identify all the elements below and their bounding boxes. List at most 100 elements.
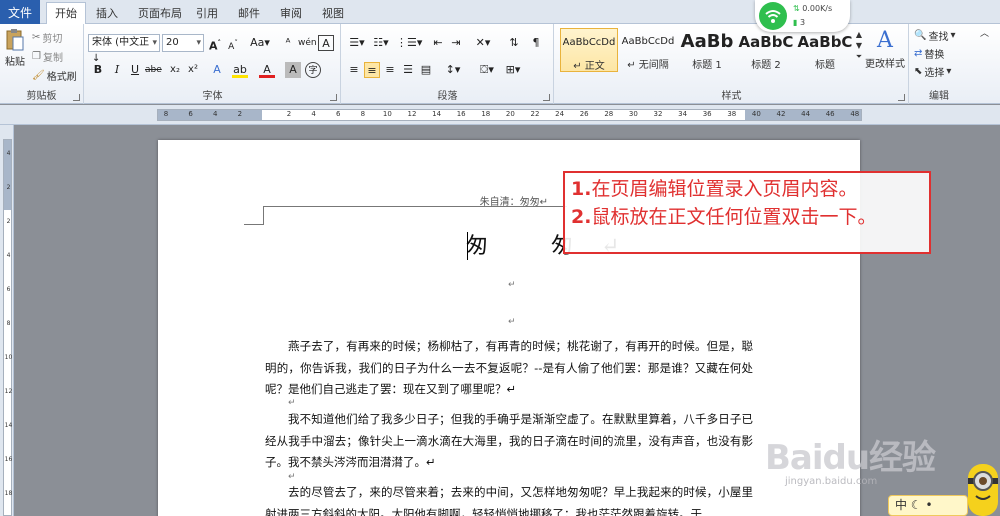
text-cursor — [467, 232, 468, 260]
styles-launcher-icon[interactable] — [898, 94, 905, 101]
shading-icon[interactable]: ⛋▾ — [476, 62, 498, 78]
bullets-icon[interactable]: ☰▾ — [346, 35, 368, 51]
change-styles-button[interactable]: A 更改样式 — [865, 28, 905, 70]
ruler-tick-label: 10 — [382, 110, 392, 118]
instruction-step-1: 1.在页眉编辑位置录入页眉内容。 — [571, 178, 858, 200]
text-effects-icon[interactable]: A — [209, 62, 225, 78]
highlight-icon[interactable]: ab — [232, 62, 248, 78]
tab-review[interactable]: 审阅 — [272, 3, 310, 24]
font-color-icon[interactable]: A — [259, 62, 275, 78]
change-styles-icon: A — [877, 28, 893, 53]
borders-icon[interactable]: ⊞▾ — [502, 62, 524, 78]
italic-icon[interactable]: I — [109, 62, 125, 78]
enclose-characters-icon[interactable]: 字 — [305, 62, 321, 78]
ruler-tick-label: 28 — [604, 110, 614, 118]
bold-icon[interactable]: B — [90, 62, 106, 78]
character-border-icon[interactable]: A — [318, 35, 334, 51]
tab-page-layout[interactable]: 页面布局 — [130, 3, 190, 24]
find-button[interactable]: 🔍 查找 ▾ — [914, 28, 955, 43]
numbering-icon[interactable]: ☷▾ — [370, 35, 392, 51]
tab-file[interactable]: 文件 — [0, 0, 40, 24]
ruler-tick-label: 38 — [727, 110, 737, 118]
ime-toolbar[interactable]: 中 ☾ • — [888, 495, 968, 516]
replace-button[interactable]: ⇄ 替换 — [914, 46, 944, 61]
change-case-icon[interactable]: Aa▾ — [249, 35, 271, 51]
ribbon-collapse-icon[interactable]: ︿ — [980, 26, 989, 39]
style-scroll[interactable]: ▲ ▼ ⏷ — [852, 30, 866, 62]
style-name: 标题 — [815, 60, 835, 71]
format-painter-button[interactable]: 🖌 格式刷 — [32, 68, 77, 83]
ruler-track: 8 6 4 2 2 4 6 8 10 12 14 16 18 20 22 24 26 28 30 32 34 36 38 40… — [157, 109, 862, 121]
horizontal-ruler[interactable]: 8 6 4 2 2 4 6 8 10 12 14 16 18 20 22 24 26 28 30 32 34 36 38 40… — [0, 105, 1000, 125]
more-styles-icon[interactable]: ⏷ — [856, 52, 862, 62]
chinese-layout-icon[interactable]: ✕▾ — [472, 35, 494, 51]
brush-icon: 🖌 — [32, 70, 45, 81]
vruler-tick-label: 8 — [6, 320, 11, 327]
ruler-tick-label: 36 — [702, 110, 712, 118]
character-shading-icon[interactable]: A — [285, 62, 301, 78]
tab-mailings[interactable]: 邮件 — [230, 3, 268, 24]
style-heading-1[interactable]: AaBb 标题 1 — [678, 28, 736, 72]
select-label: 选择 — [924, 68, 945, 79]
clipboard-launcher-icon[interactable] — [73, 94, 80, 101]
align-right-icon[interactable]: ≡ — [382, 62, 398, 78]
ruler-tick-label: 6 — [188, 110, 193, 118]
superscript-icon[interactable]: x² — [185, 62, 201, 78]
style-title[interactable]: AaBbC 标题 — [796, 28, 854, 72]
cut-button[interactable]: ✂ 剪切 — [32, 30, 62, 45]
subscript-icon[interactable]: x₂ — [167, 62, 183, 78]
paste-button[interactable]: 粘贴 — [4, 28, 26, 68]
strikethrough-icon[interactable]: abe — [145, 62, 162, 78]
align-center-icon[interactable]: ≡ — [364, 62, 380, 78]
select-button[interactable]: ⬉ 选择 ▾ — [914, 64, 951, 79]
grow-font-icon[interactable]: A˄ — [207, 35, 223, 53]
line-spacing-icon[interactable]: ↕▾ — [442, 62, 464, 78]
style-heading-2[interactable]: AaBbC 标题 2 — [737, 28, 795, 72]
tab-insert[interactable]: 插入 — [88, 3, 126, 24]
font-launcher-icon[interactable] — [330, 94, 337, 101]
style-sample: AaBbCcDd — [621, 36, 675, 47]
body-paragraph[interactable]: 去的尽管去了，来的尽管来着；去来的中间，又怎样地匆匆呢？早上我起来的时候，小屋里… — [265, 482, 753, 516]
ruler-tick-label: 8 — [163, 110, 169, 118]
increase-indent-icon[interactable]: ⇥ — [448, 35, 464, 51]
vruler-tick-label: 18 — [4, 490, 13, 497]
tab-references[interactable]: 引用 — [188, 3, 226, 24]
style-normal[interactable]: AaBbCcDd ↵ 正文 — [560, 28, 618, 72]
tab-home[interactable]: 开始 — [46, 2, 86, 25]
align-left-icon[interactable]: ≡ — [346, 62, 362, 78]
font-name-select[interactable]: 宋体 (中文正↓ — [88, 34, 160, 64]
ruler-tick-label: 2 — [237, 110, 243, 118]
scroll-up-icon[interactable]: ▲ — [856, 30, 862, 39]
body-paragraph[interactable]: 燕子去了，有再来的时候；杨柳枯了，有再青的时候；桃花谢了，有再开的时候。但是，聪… — [265, 336, 753, 401]
distributed-icon[interactable]: ▤ — [418, 62, 434, 78]
ruler-tick-label: 22 — [530, 110, 540, 118]
sort-icon[interactable]: ⇅ — [506, 35, 522, 51]
ribbon: 粘贴 ✂剪切 ❐复制 🖌格式刷 剪贴板 宋体 (中文正↓ 20 A˄ A˅ Aa… — [0, 24, 1000, 104]
clipboard-group-label: 剪贴板 — [26, 91, 57, 102]
clear-format-icon[interactable]: ᴬ — [280, 35, 296, 51]
show-marks-icon[interactable]: ¶ — [528, 35, 544, 51]
paragraph-launcher-icon[interactable] — [543, 94, 550, 101]
decrease-indent-icon[interactable]: ⇤ — [430, 35, 446, 51]
multilevel-list-icon[interactable]: ⋮☰▾ — [396, 35, 422, 51]
ruler-tick-label: 2 — [286, 110, 292, 118]
phonetic-guide-icon[interactable]: wén — [298, 35, 317, 51]
network-speed-widget[interactable]: ⇅ 0.00K/s ▮ 3 — [755, 0, 850, 32]
copy-button[interactable]: ❐ 复制 — [32, 49, 63, 64]
ruler-tick-label: 30 — [628, 110, 638, 118]
justify-icon[interactable]: ☰ — [400, 62, 416, 78]
ruler-tick-label: 24 — [555, 110, 565, 118]
editing-group-label: 编辑 — [929, 91, 949, 102]
style-sample: AaBb — [680, 31, 734, 52]
paragraph-mark-icon: ↵ — [508, 280, 516, 290]
paragraph-group-label: 段落 — [437, 91, 458, 102]
shrink-font-icon[interactable]: A˅ — [225, 35, 241, 52]
tab-view[interactable]: 视图 — [314, 3, 352, 24]
font-size-select[interactable]: 20 — [162, 34, 204, 52]
underline-icon[interactable]: U — [127, 62, 143, 78]
ime-mode: 中 — [895, 498, 908, 512]
style-no-spacing[interactable]: AaBbCcDd ↵ 无间隔 — [619, 28, 677, 72]
vertical-ruler[interactable]: 4 2 2 4 6 8 10 12 14 16 18 — [0, 125, 14, 516]
scroll-down-icon[interactable]: ▼ — [856, 41, 862, 50]
body-paragraph[interactable]: 我不知道他们给了我多少日子；但我的手确乎是渐渐空虚了。在默默里算着，八千多日子已… — [265, 409, 753, 474]
